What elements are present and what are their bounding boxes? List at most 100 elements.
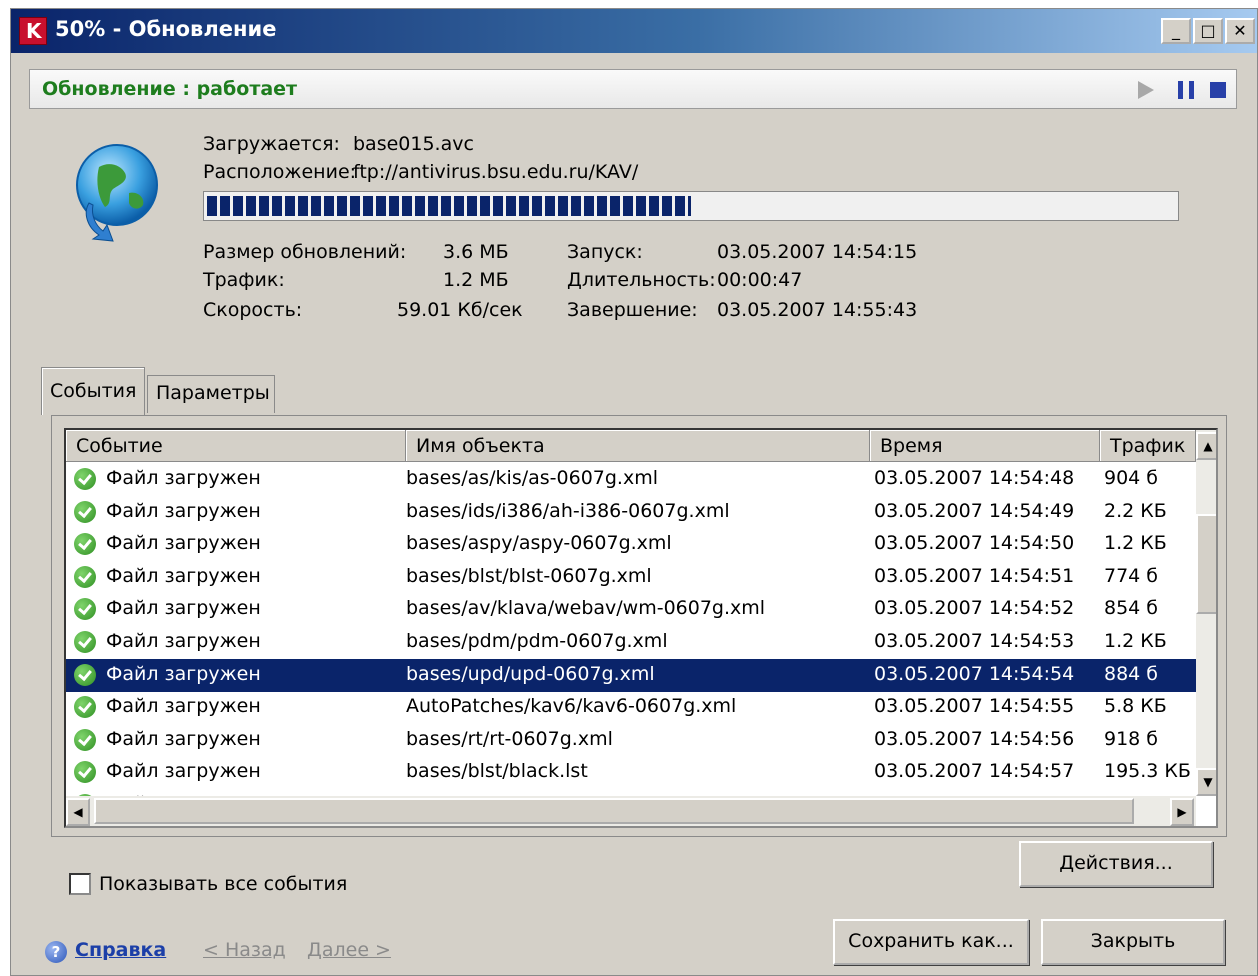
title-bar[interactable]: K 50% - Обновление _ □ ✕ [11, 9, 1257, 53]
cell-time: 03.05.2007 14:54:56 [874, 727, 1075, 750]
maximize-button[interactable]: □ [1193, 18, 1223, 44]
scroll-left-arrow-icon[interactable]: ◀ [66, 798, 90, 826]
table-row[interactable]: Файл загружен bases/blst/black.lst 03.05.2… [66, 756, 1196, 789]
success-check-icon [74, 468, 96, 490]
table-row[interactable]: Файл загружен AutoPatches/kav6/kav6-0607g… [66, 691, 1196, 724]
progress-fill [207, 196, 691, 216]
cell-object: bases/blst/black.lst [406, 760, 588, 783]
cell-time: 03.05.2007 14:54:52 [874, 597, 1075, 620]
column-header-event[interactable]: Событие [66, 430, 406, 462]
cell-traffic: 774 б [1104, 564, 1159, 587]
cell-traffic: 1.2 КБ [1104, 532, 1167, 555]
cell-time: 03.05.2007 14:54:57 [874, 760, 1075, 783]
success-check-icon [74, 663, 96, 686]
cell-object: bases/rt/rt-0607g.xml [406, 727, 613, 750]
events-list[interactable]: Событие Имя объекта Время Трафик Файл за… [64, 428, 1218, 828]
vertical-scroll-thumb[interactable] [1196, 514, 1216, 614]
success-check-icon [74, 500, 96, 523]
cell-object: bases/av/klava/webav/wm-0607g.xml [406, 597, 766, 620]
horizontal-scrollbar[interactable]: ◀ ▶ [66, 796, 1196, 826]
location-label: Расположение: [203, 161, 357, 183]
cell-event: Файл загружен [106, 499, 261, 522]
scroll-down-arrow-icon[interactable]: ▼ [1196, 768, 1216, 796]
cell-time: 03.05.2007 14:54:53 [874, 630, 1075, 652]
help-icon[interactable]: ? [45, 941, 67, 963]
back-link[interactable]: < Назад [203, 939, 286, 961]
start-value: 03.05.2007 14:54:15 [717, 241, 918, 263]
scroll-right-arrow-icon[interactable]: ▶ [1170, 798, 1194, 826]
cell-object: bases/ids/i386/ah-i386-0607g.xml [406, 499, 730, 522]
top-caption-strip [0, 0, 1258, 8]
cell-object: bases/blst/blst-0607g.xml [406, 564, 652, 587]
events-panel: Событие Имя объекта Время Трафик Файл за… [51, 415, 1227, 837]
column-header-object[interactable]: Имя объекта [406, 430, 870, 462]
scroll-up-arrow-icon[interactable]: ▲ [1196, 432, 1216, 460]
show-all-events-checkbox[interactable] [69, 873, 91, 895]
close-window-button[interactable]: ✕ [1225, 18, 1255, 44]
success-check-icon [74, 565, 96, 588]
update-globe-icon [76, 144, 158, 242]
progress-bar [203, 191, 1179, 221]
show-all-events-label[interactable]: Показывать все события [99, 873, 347, 895]
cell-time: 03.05.2007 14:54:48 [874, 467, 1075, 489]
speed-value: 59.01 Кб/сек [397, 299, 523, 321]
stop-icon[interactable] [1210, 82, 1226, 98]
cell-event: Файл загружен [106, 727, 261, 750]
play-icon[interactable] [1138, 81, 1154, 99]
cell-object: bases/upd/upd-0607g.xml [406, 662, 655, 685]
table-row[interactable]: Файл загружен bases/aspy/aspy-0607g.xml 03… [66, 528, 1196, 561]
table-row[interactable]: Файл загружен bases/rt/rt-0607g.xml 03.05.… [66, 724, 1196, 757]
cell-traffic: 884 б [1104, 662, 1159, 685]
table-row[interactable]: Файл загружен bases/upd/upd-0607g.xml 03.0… [66, 658, 1196, 692]
cell-event: Файл загружен [106, 630, 261, 652]
column-header-traffic[interactable]: Трафик [1100, 430, 1196, 462]
size-label: Размер обновлений: [203, 241, 407, 263]
help-link[interactable]: Справка [75, 939, 166, 961]
start-label: Запуск: [567, 241, 643, 263]
cell-traffic: 1.2 КБ [1104, 630, 1167, 652]
horizontal-scroll-thumb[interactable] [94, 798, 1134, 824]
table-row[interactable]: Файл загружен bases/as/kis/as-0607g.xml 03… [66, 463, 1196, 496]
table-row[interactable]: Файл загружен bases/blst/blst-0607g.xml 03… [66, 561, 1196, 594]
file-name: base015.avc [353, 133, 474, 155]
vertical-scrollbar[interactable]: ▲ ▼ [1196, 430, 1216, 796]
success-check-icon [74, 598, 96, 621]
duration-label: Длительность: [567, 269, 716, 291]
close-button[interactable]: Закрыть [1041, 919, 1225, 965]
next-link[interactable]: Далее > [307, 939, 391, 961]
cell-event: Файл загружен [106, 695, 261, 718]
file-label: Загружается: [203, 133, 340, 155]
tab-events[interactable]: События [41, 367, 145, 415]
cell-event: Файл загружен [106, 597, 261, 620]
success-check-icon [74, 631, 96, 653]
minimize-button[interactable]: _ [1161, 18, 1191, 44]
traffic-label: Трафик: [203, 269, 285, 291]
cell-object: bases/aspy/aspy-0607g.xml [406, 532, 672, 555]
column-header-time[interactable]: Время [870, 430, 1100, 462]
status-label: Обновление : работает [42, 78, 298, 100]
cell-event: Файл загружен [106, 662, 261, 685]
cell-time: 03.05.2007 14:54:55 [874, 695, 1075, 718]
list-header: Событие Имя объекта Время Трафик [66, 430, 1196, 462]
pause-icon[interactable] [1178, 81, 1194, 99]
cell-event: Файл загружен [106, 532, 261, 555]
duration-value: 00:00:47 [717, 269, 803, 291]
save-as-button[interactable]: Сохранить как... [833, 919, 1029, 965]
table-row[interactable]: Файл загружен bases/ids/i386/ah-i386-0607… [66, 496, 1196, 529]
size-value: 3.6 МБ [443, 241, 509, 263]
cell-traffic: 918 б [1104, 727, 1159, 750]
table-row[interactable]: Файл загружен bases/pdm/pdm-0607g.xml 03.0… [66, 626, 1196, 659]
cell-traffic: 5.8 КБ [1104, 695, 1167, 718]
cell-object: AutoPatches/kav6/kav6-0607g.xml [406, 695, 737, 718]
cell-traffic: 854 б [1104, 597, 1159, 620]
actions-button[interactable]: Действия... [1019, 841, 1213, 887]
tab-parameters[interactable]: Параметры [147, 375, 275, 413]
cell-event: Файл загружен [106, 467, 261, 489]
success-check-icon [74, 533, 96, 556]
table-row[interactable]: Файл загружен bases/av/klava/webav/wm-060… [66, 593, 1196, 626]
finish-value: 03.05.2007 14:55:43 [717, 299, 918, 321]
success-check-icon [74, 728, 96, 751]
cell-traffic: 195.3 КБ [1104, 760, 1191, 783]
kaspersky-k-icon: K [19, 17, 47, 45]
success-check-icon [74, 761, 96, 784]
